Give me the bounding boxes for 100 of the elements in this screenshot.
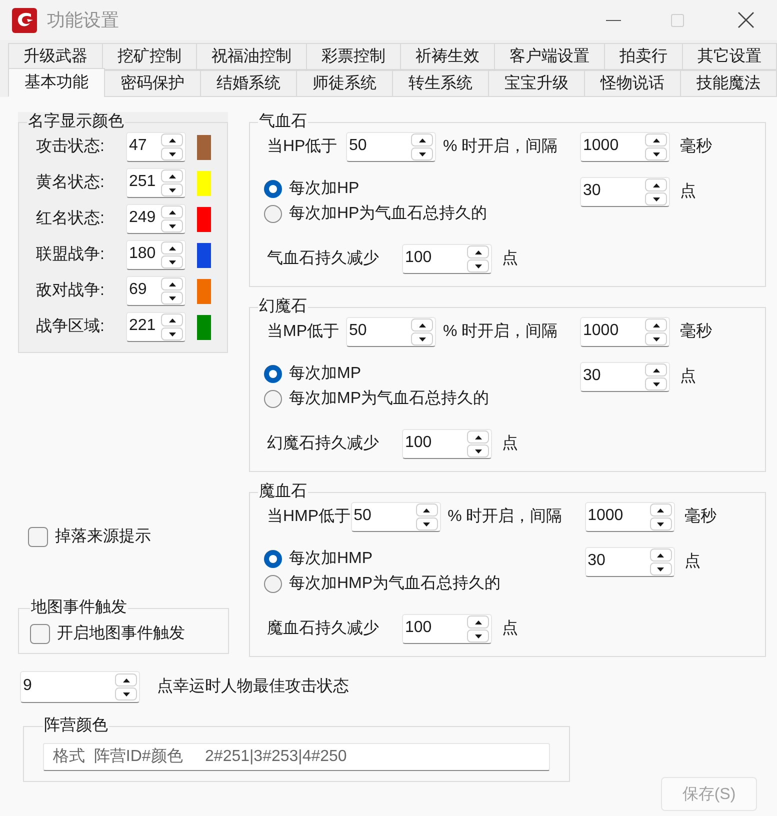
tab[interactable]: 怪物说话: [584, 70, 681, 97]
spin-down-button[interactable]: [161, 148, 183, 160]
down-triangle-icon: [168, 152, 176, 156]
spin-down-button[interactable]: [467, 444, 489, 458]
down-triangle-icon: [168, 332, 176, 336]
tab[interactable]: 宝宝升级: [488, 70, 585, 97]
up-triangle-icon: [652, 183, 660, 187]
spin-down-button[interactable]: [161, 292, 183, 304]
spin-up-button[interactable]: [161, 278, 183, 290]
spin-up-button[interactable]: [645, 178, 667, 192]
spin-up-button[interactable]: [467, 246, 489, 258]
tab[interactable]: 彩票控制: [306, 43, 401, 70]
unit-label: 点: [502, 619, 518, 639]
group-title: 幻魔石: [258, 297, 308, 317]
app-icon: [12, 8, 37, 32]
spin-up-button[interactable]: [645, 318, 667, 332]
field-label: 联盟战争:: [36, 245, 104, 265]
down-triangle-icon: [423, 522, 430, 526]
field-label: % 时开启，间隔: [448, 507, 562, 527]
spin-up-button[interactable]: [650, 504, 672, 516]
spin-up-button[interactable]: [161, 134, 183, 146]
tab[interactable]: 祈祷生效: [400, 43, 495, 70]
spin-up-button[interactable]: [411, 134, 433, 146]
up-triangle-icon: [168, 318, 176, 322]
spin-up-button[interactable]: [467, 430, 489, 444]
up-triangle-icon: [652, 138, 660, 142]
tab[interactable]: 祝福油控制: [196, 43, 307, 70]
group-title: 气血石: [258, 112, 308, 132]
up-triangle-icon: [122, 678, 130, 682]
tab[interactable]: 升级武器: [8, 43, 103, 70]
spin-down-button[interactable]: [411, 148, 433, 160]
field-label: 红名状态:: [36, 209, 104, 229]
spin-down-button[interactable]: [467, 630, 489, 642]
tab[interactable]: 其它设置: [682, 43, 777, 70]
text-input[interactable]: 格式 阵营ID#颜色 2#251|3#253|4#250: [43, 743, 550, 771]
spin-up-button[interactable]: [161, 242, 183, 254]
unit-label: 点: [502, 249, 518, 269]
radio-label: 每次加MP: [289, 364, 361, 384]
tab[interactable]: 技能魔法: [680, 70, 777, 97]
unit-label: 毫秒: [680, 137, 712, 157]
spin-down-button[interactable]: [161, 256, 183, 268]
spin-down-button[interactable]: [416, 518, 438, 530]
spin-down-button[interactable]: [645, 332, 667, 346]
spin-up-button[interactable]: [411, 318, 433, 332]
radio-button[interactable]: [264, 180, 282, 198]
spin-down-button[interactable]: [645, 148, 667, 160]
radio-button[interactable]: [264, 204, 282, 222]
tab[interactable]: 挖矿控制: [102, 43, 197, 70]
group-title: 魔血石: [258, 482, 308, 502]
tab[interactable]: 结婚系统: [200, 70, 297, 97]
spin-up-button[interactable]: [650, 548, 672, 562]
spin-up-button[interactable]: [161, 170, 183, 182]
up-triangle-icon: [474, 435, 482, 439]
spin-down-button[interactable]: [645, 378, 667, 390]
checkbox[interactable]: [30, 624, 50, 644]
up-triangle-icon: [168, 138, 176, 142]
up-triangle-icon: [652, 323, 660, 327]
spin-up-button[interactable]: [161, 206, 183, 218]
spin-up-button[interactable]: [115, 674, 137, 686]
tab[interactable]: 基本功能: [8, 68, 105, 97]
tab[interactable]: 密码保护: [104, 70, 201, 97]
radio-button[interactable]: [264, 390, 282, 408]
down-triangle-icon: [122, 692, 130, 696]
tab[interactable]: 客户端设置: [494, 43, 605, 70]
unit-label: 毫秒: [680, 322, 712, 342]
radio-button[interactable]: [264, 364, 282, 382]
spin-up-button[interactable]: [161, 314, 183, 326]
up-triangle-icon: [418, 323, 426, 327]
spin-down-button[interactable]: [411, 332, 433, 346]
spin-up-button[interactable]: [467, 616, 489, 628]
radio-label: 每次加HMP为气血石总持久的: [289, 574, 501, 594]
radio-label: 每次加HMP: [289, 548, 373, 568]
spin-down-button[interactable]: [650, 518, 672, 530]
spin-down-button[interactable]: [467, 260, 489, 272]
spin-down-button[interactable]: [161, 220, 183, 232]
tab[interactable]: 转生系统: [392, 70, 489, 97]
spin-down-button[interactable]: [115, 688, 137, 700]
unit-label: 毫秒: [684, 507, 717, 527]
field-label: 当MP低于: [267, 322, 339, 342]
spin-up-button[interactable]: [645, 134, 667, 146]
group-title: 地图事件触发: [30, 598, 128, 618]
spin-down-button[interactable]: [161, 184, 183, 196]
field-label: 幻魔石持久减少: [267, 434, 379, 454]
field-label: 黄名状态:: [36, 173, 104, 193]
radio-button[interactable]: [264, 550, 282, 568]
up-triangle-icon: [423, 508, 430, 512]
tab[interactable]: 拍卖行: [604, 43, 683, 70]
spin-down-button[interactable]: [645, 192, 667, 206]
spin-down-button[interactable]: [161, 328, 183, 340]
field-label: 当HMP低于: [267, 507, 351, 527]
radio-button[interactable]: [264, 574, 282, 592]
group-title: 名字显示颜色: [27, 112, 125, 132]
radio-label: 每次加HP为气血石总持久的: [289, 204, 488, 224]
tab[interactable]: 师徒系统: [296, 70, 393, 97]
checkbox-label: 掉落来源提示: [55, 527, 151, 547]
spin-up-button[interactable]: [416, 504, 438, 516]
spin-down-button[interactable]: [650, 562, 672, 576]
checkbox[interactable]: [28, 527, 48, 547]
down-triangle-icon: [168, 188, 176, 192]
spin-up-button[interactable]: [645, 364, 667, 376]
